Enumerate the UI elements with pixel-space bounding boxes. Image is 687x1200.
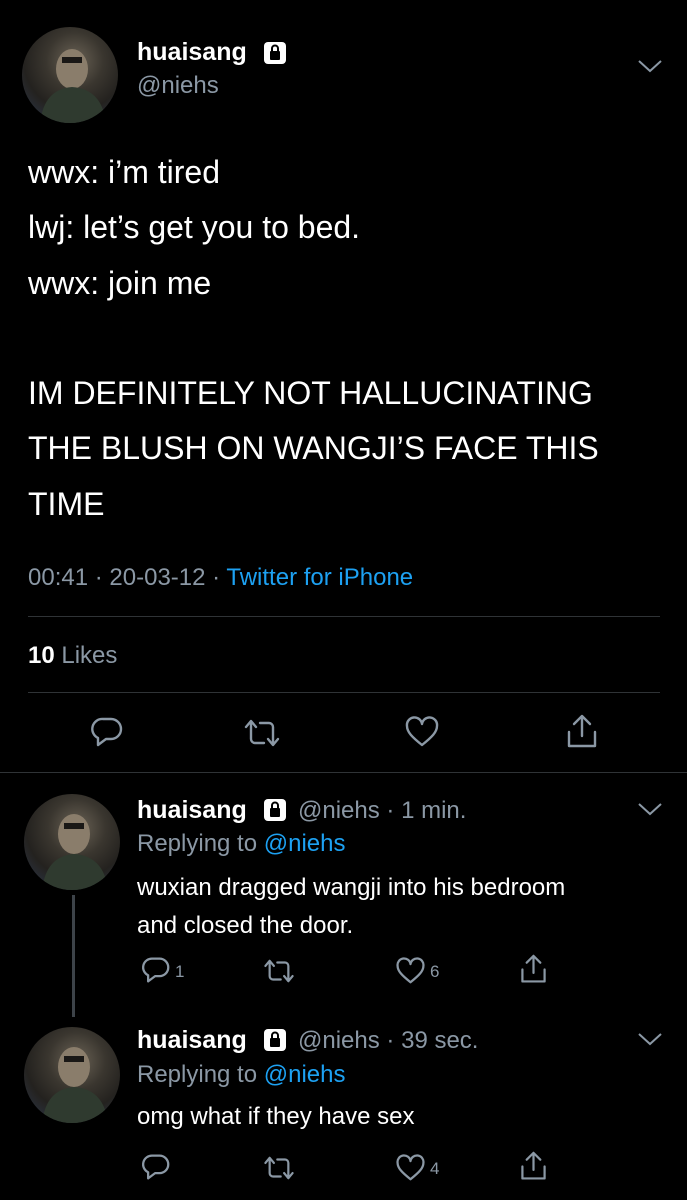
heart-icon[interactable] <box>404 716 440 748</box>
reply-line: omg what if they have sex <box>137 1103 415 1130</box>
reply-header: huaisang <box>137 796 247 825</box>
like-count: 6 <box>430 962 440 981</box>
reply-line: wuxian dragged wangji into his bedroom <box>137 874 566 901</box>
reply-text: omg what if they have sex <box>137 1098 667 1136</box>
likes-label: Likes <box>61 642 118 669</box>
reply-count: 1 <box>175 962 185 981</box>
tweet-line: wwx: i’m tired <box>28 154 221 190</box>
tweet-line: TIME <box>28 485 105 522</box>
thread-line <box>72 895 75 1017</box>
chevron-down-icon[interactable] <box>637 801 663 822</box>
display-name-text[interactable]: huaisang <box>137 38 247 66</box>
avatar[interactable] <box>24 1027 120 1123</box>
separator: · <box>212 564 221 591</box>
handle[interactable]: @niehs <box>298 797 380 824</box>
tweet-line: IM DEFINITELY NOT HALLUCINATING <box>28 375 593 412</box>
display-name[interactable]: huaisang <box>137 1026 247 1054</box>
tweet-meta: 00:41 · 20-03-12 · Twitter for iPhone <box>28 564 413 592</box>
retweet-icon[interactable] <box>242 718 282 748</box>
tweet-source-link[interactable]: Twitter for iPhone <box>226 564 413 591</box>
display-name[interactable]: huaisang <box>137 796 247 824</box>
reply-icon[interactable] <box>141 1153 171 1181</box>
avatar[interactable] <box>24 794 120 890</box>
separator: · <box>386 1027 395 1054</box>
divider <box>28 692 660 693</box>
share-icon[interactable] <box>565 714 599 750</box>
tweet-text: wwx: i’m tired lwj: let’s get you to bed… <box>28 145 668 532</box>
share-icon[interactable] <box>519 1151 548 1182</box>
tweet-time: 00:41 <box>28 564 89 591</box>
reply-text: wuxian dragged wangji into his bedroom a… <box>137 869 667 946</box>
reply-header: huaisang <box>137 1026 247 1055</box>
divider <box>0 772 687 773</box>
tweet-line <box>28 311 668 366</box>
tweet-line: lwj: let’s get you to bed. <box>28 209 361 246</box>
reply-icon[interactable] <box>141 956 171 984</box>
replying-to-label: Replying to <box>137 1061 258 1088</box>
replying-to-handle[interactable]: @niehs <box>264 1061 346 1088</box>
separator: · <box>386 797 395 824</box>
likes-count: 10 <box>28 642 55 669</box>
like-count: 4 <box>430 1159 440 1178</box>
reply-handle-line: @niehs · 39 sec. <box>298 1027 478 1055</box>
reply-age: 1 min. <box>401 797 467 824</box>
display-name[interactable]: huaisang <box>137 38 247 67</box>
reply-line: and closed the door. <box>137 912 354 940</box>
separator: · <box>94 564 103 591</box>
replying-to: Replying to @niehs <box>137 1061 346 1089</box>
reply-icon[interactable] <box>90 716 124 748</box>
likes-stat[interactable]: 10 Likes <box>28 642 117 670</box>
chevron-down-icon[interactable] <box>637 1031 663 1052</box>
retweet-icon[interactable] <box>262 958 296 984</box>
reply-handle-line: @niehs · 1 min. <box>298 797 466 825</box>
replying-to: Replying to @niehs <box>137 830 346 858</box>
reply-age: 39 sec. <box>401 1027 479 1054</box>
handle[interactable]: @niehs <box>298 1027 380 1054</box>
replying-to-label: Replying to <box>137 830 258 857</box>
lock-icon <box>262 1027 288 1053</box>
tweet-line: THE BLUSH ON WANGJI’S FACE THIS <box>28 430 599 467</box>
tweet-line: wwx: join me <box>28 264 212 301</box>
heart-icon[interactable] <box>395 957 426 985</box>
handle[interactable]: @niehs <box>137 72 219 100</box>
lock-icon <box>262 40 288 66</box>
share-icon[interactable] <box>519 954 548 985</box>
retweet-icon[interactable] <box>262 1155 296 1181</box>
heart-icon[interactable] <box>395 1154 426 1182</box>
tweet-date: 20-03-12 <box>109 564 206 591</box>
replying-to-handle[interactable]: @niehs <box>264 830 346 857</box>
chevron-down-icon[interactable] <box>637 58 663 79</box>
avatar[interactable] <box>22 27 118 123</box>
divider <box>28 616 660 617</box>
lock-icon <box>262 797 288 823</box>
